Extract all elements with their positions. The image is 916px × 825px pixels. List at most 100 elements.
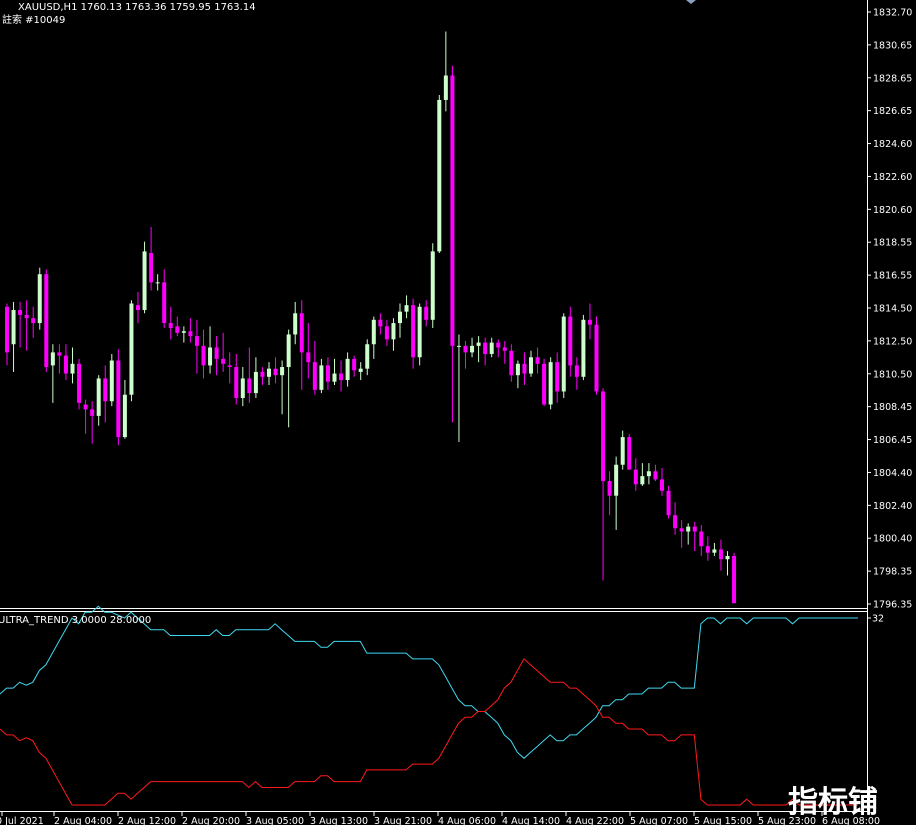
candle-body	[227, 365, 232, 368]
candle	[129, 300, 134, 402]
candle-body	[601, 391, 606, 482]
candle-body	[188, 331, 193, 337]
candle-body	[555, 362, 560, 392]
y-tick-label: 32	[872, 614, 884, 625]
candle-body	[194, 336, 199, 346]
candle-body	[70, 363, 75, 374]
candle	[437, 95, 442, 254]
candle-body	[280, 367, 285, 376]
candle-body	[679, 528, 684, 532]
candle-body	[18, 310, 23, 315]
candle	[37, 267, 42, 330]
candle-body	[240, 378, 245, 398]
candle	[109, 354, 114, 407]
candle	[542, 358, 547, 407]
candle-body	[686, 526, 691, 532]
candle-body	[614, 464, 619, 496]
candle-body	[483, 342, 488, 355]
candle	[77, 358, 82, 410]
candle-body	[83, 404, 88, 410]
candle-body	[417, 306, 422, 358]
candle-body	[489, 342, 494, 355]
candle-body	[515, 363, 520, 376]
chart-canvas: 1832.70 1830.65 1828.65 1826.65 1824.60 1822.…	[0, 0, 916, 825]
candle-body	[581, 319, 586, 377]
candle-body	[129, 303, 134, 395]
candle-body	[404, 305, 409, 312]
candle-body	[568, 316, 573, 366]
candle-body	[181, 331, 186, 333]
candle-body	[378, 319, 383, 327]
x-tick-label: 4 Aug 22:00	[566, 816, 624, 825]
candle	[548, 357, 553, 410]
candle-body	[57, 352, 62, 356]
y-tick-label: 1830.65	[873, 40, 912, 51]
candle-body	[463, 345, 468, 353]
candle-body	[352, 358, 357, 371]
candle	[44, 269, 49, 372]
candle-body	[267, 368, 271, 377]
candle-body	[339, 373, 344, 381]
y-tick-label: 1798.35	[873, 567, 912, 578]
candle	[417, 303, 422, 366]
candle-body	[384, 326, 389, 340]
candle-body	[673, 515, 678, 529]
candle-body	[666, 490, 671, 516]
candle-body	[24, 314, 29, 319]
x-tick-label: 2 Aug 20:00	[182, 816, 240, 825]
candle-body	[496, 342, 501, 348]
candle-body	[391, 323, 396, 340]
candle-body	[456, 345, 461, 347]
candle-body	[365, 344, 370, 369]
x-tick-label: 5 Aug 07:00	[630, 816, 688, 825]
candle-body	[122, 394, 127, 438]
candle-body	[398, 311, 402, 324]
candle-body	[37, 274, 42, 324]
candle-body	[168, 323, 173, 328]
candle-body	[77, 363, 82, 403]
candle-body	[574, 365, 579, 377]
candle-body	[594, 324, 599, 392]
x-tick-label: 3 Aug 05:00	[246, 816, 304, 825]
candle-body	[718, 549, 723, 560]
candle-body	[5, 306, 9, 353]
candle-body	[319, 365, 324, 390]
candle-body	[325, 365, 330, 382]
candle-body	[201, 345, 206, 366]
candle-body	[306, 352, 311, 363]
x-tick-label: 30 Jul 2021	[0, 816, 44, 825]
candle-body	[587, 319, 592, 325]
candle-body	[535, 357, 540, 364]
x-tick-label: 3 Aug 21:00	[374, 816, 432, 825]
candle-body	[522, 363, 527, 374]
candle-body	[470, 345, 475, 353]
candle-body	[437, 99, 442, 252]
ea-label: 註索 #10049	[2, 13, 65, 26]
candle-body	[660, 479, 664, 491]
y-tick-label: 1810.50	[873, 369, 912, 380]
candle-body	[116, 360, 121, 438]
candle-body	[234, 367, 239, 398]
x-tick-label: 2 Aug 12:00	[118, 816, 176, 825]
candle-body	[712, 549, 717, 553]
candle-body	[90, 409, 95, 416]
candle-body	[293, 313, 298, 335]
candle-body	[529, 357, 533, 374]
y-tick-label: 1822.60	[873, 172, 912, 183]
candle-body	[44, 274, 49, 368]
candle	[594, 316, 599, 395]
candle-body	[11, 310, 16, 345]
candle	[142, 241, 147, 314]
candle-body	[149, 253, 154, 283]
candle-body	[646, 471, 651, 477]
candle-body	[63, 355, 68, 374]
y-tick-label: 1814.50	[873, 304, 912, 315]
y-tick-label: 1806.45	[873, 435, 912, 446]
candle-body	[476, 342, 481, 346]
candle-body	[450, 75, 455, 346]
candle-body	[247, 378, 252, 394]
candle-body	[509, 350, 514, 376]
candle-body	[299, 313, 304, 353]
candle-body	[260, 371, 265, 377]
candle-body	[273, 368, 278, 376]
